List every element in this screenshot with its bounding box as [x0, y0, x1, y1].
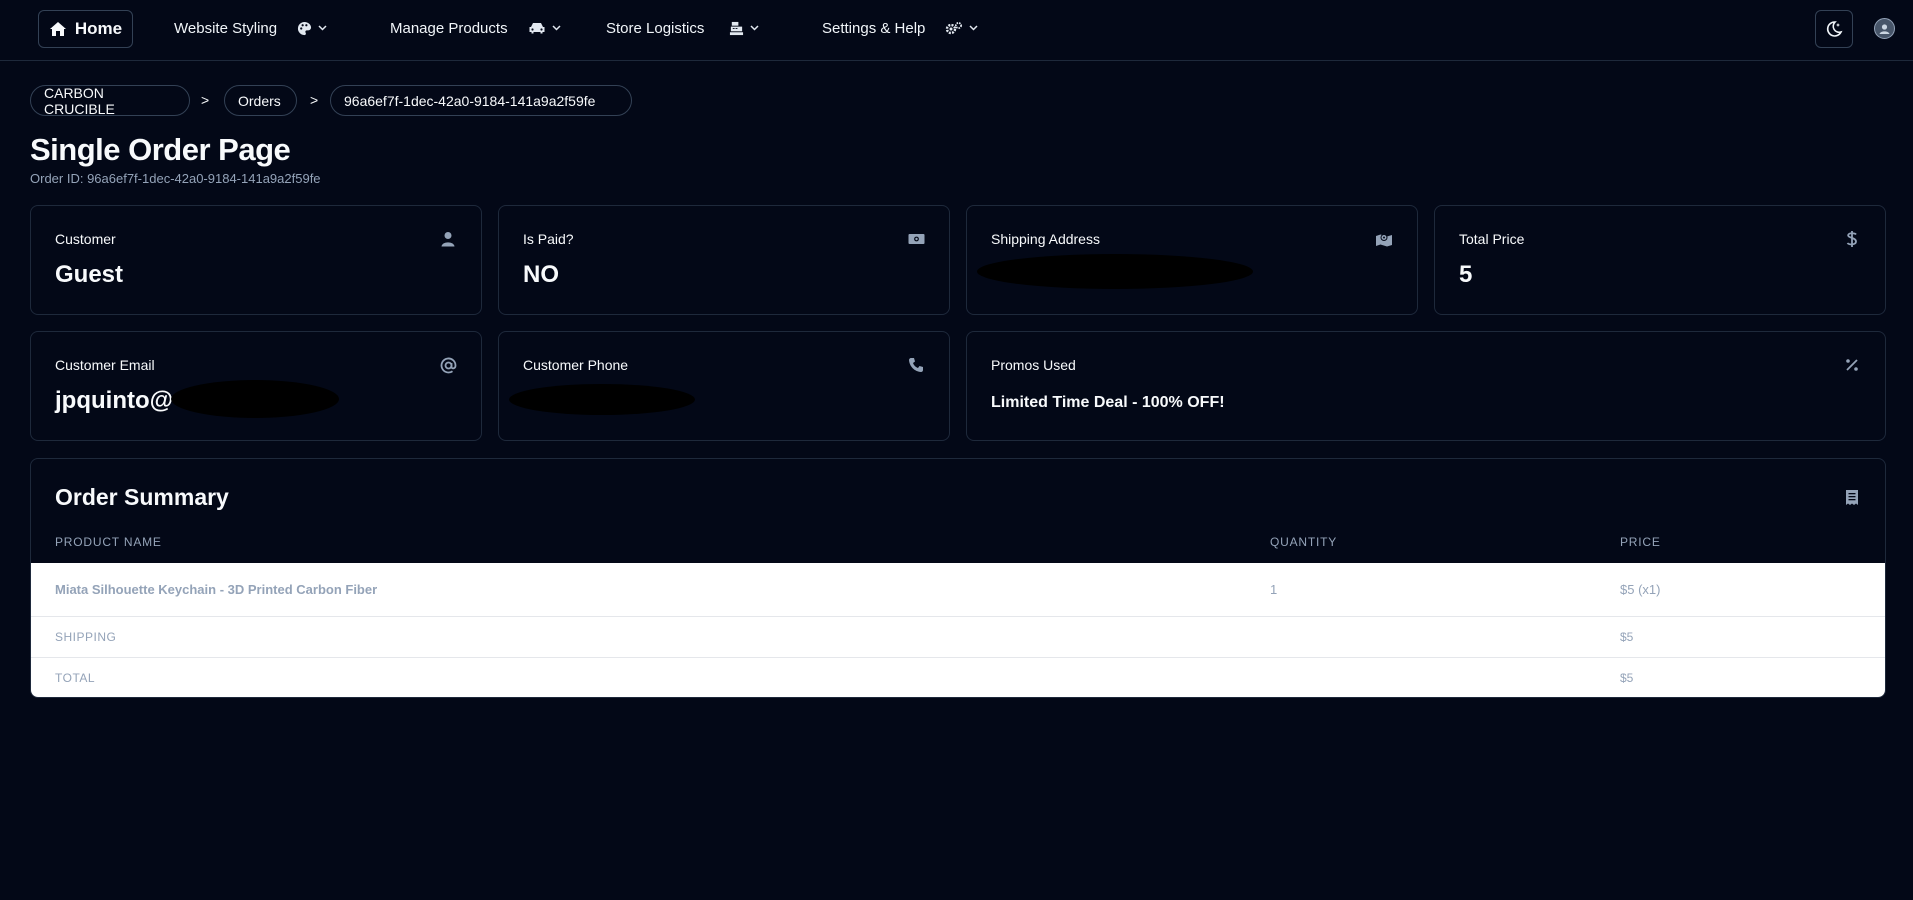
total-value: $5	[1620, 671, 1634, 685]
breadcrumb-store[interactable]: CARBON CRUCIBLE	[30, 84, 190, 117]
nav-settings-help[interactable]: Settings & Help	[822, 16, 978, 40]
breadcrumb-label: 96a6ef7f-1dec-42a0-9184-141a9a2f59fe	[344, 92, 596, 109]
home-button[interactable]: Home	[38, 10, 133, 48]
card-label: Customer	[55, 231, 116, 247]
home-label: Home	[74, 19, 123, 38]
customer-phone-card: Customer Phone	[498, 331, 950, 441]
is-paid-value: NO	[523, 261, 559, 288]
moon-stars-icon	[1824, 19, 1844, 39]
home-icon	[49, 21, 67, 37]
promo-value: Limited Time Deal - 100% OFF!	[991, 394, 1225, 411]
total-price-value: 5	[1459, 261, 1473, 288]
order-summary-card: Order Summary PRODUCT NAME QUANTITY PRIC…	[30, 458, 1886, 698]
promos-used-card: Promos Used Limited Time Deal - 100% OFF…	[966, 331, 1886, 441]
price-cell: $5 (x1)	[1620, 582, 1661, 597]
breadcrumb-separator: >	[201, 92, 210, 108]
quantity-cell: 1	[1270, 582, 1278, 597]
column-header-quantity: QUANTITY	[1270, 535, 1338, 549]
avatar[interactable]	[1874, 18, 1895, 39]
cash-register-icon	[729, 21, 744, 36]
card-label: Shipping Address	[991, 231, 1100, 247]
redacted-phone	[509, 384, 695, 415]
card-label: Is Paid?	[523, 231, 574, 247]
column-header-price: PRICE	[1620, 535, 1661, 549]
customer-email-value: jpquinto@	[55, 387, 174, 414]
customer-email-card: Customer Email jpquinto@	[30, 331, 482, 441]
total-label: TOTAL	[55, 671, 96, 685]
customer-value: Guest	[55, 261, 124, 288]
card-label: Customer Email	[55, 357, 155, 373]
page-title: Single Order Page	[30, 132, 291, 167]
nav-website-styling[interactable]: Website Styling	[174, 16, 327, 40]
total-row: TOTAL $5	[31, 658, 1885, 697]
breadcrumb-separator: >	[310, 92, 319, 108]
breadcrumb-orders[interactable]: Orders	[224, 85, 297, 116]
redacted-shipping-address	[977, 254, 1253, 289]
car-icon	[528, 21, 546, 35]
shipping-row: SHIPPING $5	[31, 617, 1885, 658]
map-location-icon	[1375, 230, 1393, 248]
product-name-cell: Miata Silhouette Keychain - 3D Printed C…	[55, 582, 378, 597]
breadcrumb-label: CARBON CRUCIBLE	[44, 84, 115, 117]
shipping-value: $5	[1620, 630, 1634, 644]
theme-toggle-button[interactable]	[1815, 10, 1853, 48]
top-navbar: Home Website Styling Manage Products Sto…	[0, 0, 1913, 61]
percent-icon	[1843, 356, 1861, 374]
nav-label: Website Styling	[174, 19, 278, 37]
order-summary-title: Order Summary	[55, 484, 229, 510]
card-label: Promos Used	[991, 357, 1076, 373]
redacted-email-domain	[171, 380, 339, 418]
user-icon	[439, 230, 457, 248]
receipt-icon	[1845, 489, 1861, 507]
chevron-down-icon	[750, 25, 759, 31]
column-header-product-name: PRODUCT NAME	[55, 535, 162, 549]
breadcrumb-label: Orders	[238, 92, 281, 109]
order-id-text: Order ID: 96a6ef7f-1dec-42a0-9184-141a9a…	[30, 171, 321, 186]
nav-store-logistics[interactable]: Store Logistics	[606, 16, 759, 40]
nav-label: Store Logistics	[606, 19, 705, 37]
table-row: Miata Silhouette Keychain - 3D Printed C…	[31, 563, 1885, 617]
card-label: Total Price	[1459, 231, 1525, 247]
shipping-label: SHIPPING	[55, 630, 117, 644]
nav-label: Manage Products	[390, 19, 508, 37]
is-paid-card: Is Paid? NO	[498, 205, 950, 315]
dollar-icon	[1843, 230, 1861, 248]
chevron-down-icon	[318, 25, 327, 31]
shipping-address-card: Shipping Address	[966, 205, 1418, 315]
gears-icon	[945, 21, 963, 36]
breadcrumb-order-id[interactable]: 96a6ef7f-1dec-42a0-9184-141a9a2f59fe	[330, 85, 632, 116]
money-bill-icon	[907, 230, 925, 248]
order-table-body: Miata Silhouette Keychain - 3D Printed C…	[31, 563, 1885, 697]
chevron-down-icon	[552, 25, 561, 31]
nav-label: Settings & Help	[822, 19, 926, 37]
customer-card: Customer Guest	[30, 205, 482, 315]
chevron-down-icon	[969, 25, 978, 31]
total-price-card: Total Price 5	[1434, 205, 1886, 315]
card-label: Customer Phone	[523, 357, 629, 373]
nav-manage-products[interactable]: Manage Products	[390, 16, 561, 40]
phone-icon	[907, 356, 925, 374]
palette-icon	[297, 21, 312, 36]
at-icon	[439, 356, 457, 374]
